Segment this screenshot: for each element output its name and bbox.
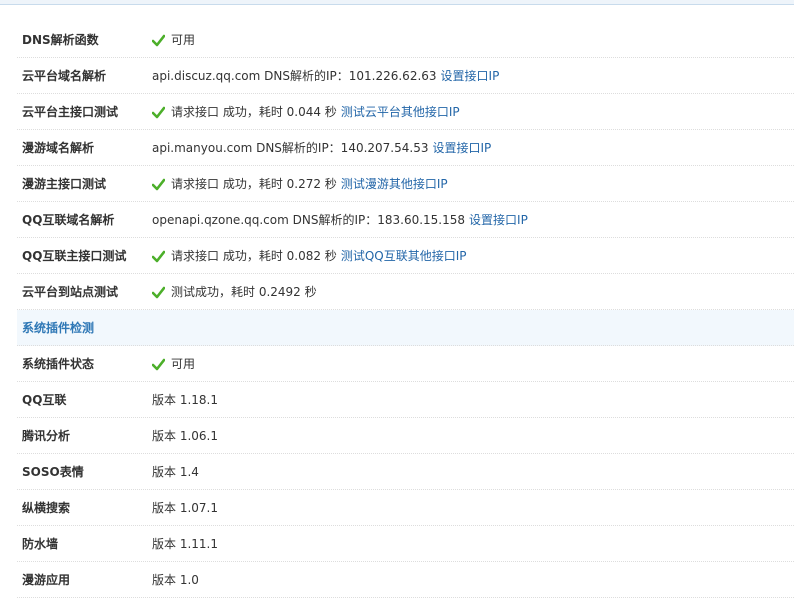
- row-value-text: 版本 1.4: [152, 465, 199, 479]
- row-value-text: openapi.qzone.qq.com DNS解析的IP：183.60.15.…: [152, 213, 466, 227]
- row-value: 请求接口 成功，耗时 0.082 秒 测试QQ互联其他接口IP: [152, 238, 466, 274]
- row-value-text: api.discuz.qq.com DNS解析的IP：101.226.62.63: [152, 69, 437, 83]
- row-value: 版本 1.0: [152, 562, 199, 598]
- test-qq-connect-other-ip-link[interactable]: 测试QQ互联其他接口IP: [341, 238, 467, 274]
- table-row: 云平台到站点测试 测试成功，耗时 0.2492 秒: [17, 274, 794, 310]
- row-value: 版本 1.07.1: [152, 490, 218, 526]
- table-row: 腾讯分析 版本 1.06.1: [17, 418, 794, 454]
- diagnostics-table: DNS解析函数 可用 云平台域名解析 api.discuz.qq.com DNS…: [17, 22, 794, 598]
- set-interface-ip-link[interactable]: 设置接口IP: [432, 130, 491, 166]
- row-value: 版本 1.11.1: [152, 526, 218, 562]
- row-label: 腾讯分析: [22, 429, 71, 443]
- row-value-text: 请求接口 成功，耗时 0.044 秒: [171, 105, 337, 119]
- row-value: 请求接口 成功，耗时 0.044 秒 测试云平台其他接口IP: [152, 94, 460, 130]
- checkmark-icon: [152, 358, 165, 370]
- set-interface-ip-link[interactable]: 设置接口IP: [441, 58, 500, 94]
- row-value: api.manyou.com DNS解析的IP：140.207.54.53 设置…: [152, 130, 491, 166]
- row-label: QQ互联域名解析: [22, 213, 115, 227]
- row-label: 漫游域名解析: [22, 141, 95, 155]
- section-title: 系统插件检测: [22, 321, 95, 335]
- top-border-bar: [0, 0, 794, 5]
- row-value-text: 可用: [171, 33, 196, 47]
- row-label: QQ互联: [22, 393, 67, 407]
- table-row: SOSO表情 版本 1.4: [17, 454, 794, 490]
- test-manyou-other-ip-link[interactable]: 测试漫游其他接口IP: [341, 166, 448, 202]
- row-label: SOSO表情: [22, 465, 84, 479]
- table-row: 系统插件状态 可用: [17, 346, 794, 382]
- row-label: 纵横搜索: [22, 501, 71, 515]
- row-value: 可用: [152, 22, 195, 58]
- row-label: 漫游应用: [22, 573, 71, 587]
- table-row: 云平台域名解析 api.discuz.qq.com DNS解析的IP：101.2…: [17, 58, 794, 94]
- test-cloud-other-ip-link[interactable]: 测试云平台其他接口IP: [341, 94, 460, 130]
- table-row: 防水墙 版本 1.11.1: [17, 526, 794, 562]
- row-label: 系统插件状态: [22, 357, 95, 371]
- table-row: 纵横搜索 版本 1.07.1: [17, 490, 794, 526]
- row-value: 版本 1.4: [152, 454, 199, 490]
- checkmark-icon: [152, 286, 165, 298]
- table-row: 云平台主接口测试 请求接口 成功，耗时 0.044 秒 测试云平台其他接口IP: [17, 94, 794, 130]
- row-value-text: api.manyou.com DNS解析的IP：140.207.54.53: [152, 141, 429, 155]
- table-row: QQ互联主接口测试 请求接口 成功，耗时 0.082 秒 测试QQ互联其他接口I…: [17, 238, 794, 274]
- row-value-text: 版本 1.06.1: [152, 429, 218, 443]
- row-value: api.discuz.qq.com DNS解析的IP：101.226.62.63…: [152, 58, 499, 94]
- row-value: 版本 1.18.1: [152, 382, 218, 418]
- row-label: 云平台到站点测试: [22, 285, 119, 299]
- row-value-text: 版本 1.07.1: [152, 501, 218, 515]
- row-value-text: 请求接口 成功，耗时 0.272 秒: [171, 177, 337, 191]
- table-row: QQ互联 版本 1.18.1: [17, 382, 794, 418]
- section-header: 系统插件检测: [17, 310, 794, 346]
- table-row: QQ互联域名解析 openapi.qzone.qq.com DNS解析的IP：1…: [17, 202, 794, 238]
- row-value-text: 版本 1.18.1: [152, 393, 218, 407]
- row-value-text: 版本 1.11.1: [152, 537, 218, 551]
- checkmark-icon: [152, 106, 165, 118]
- table-row: 漫游域名解析 api.manyou.com DNS解析的IP：140.207.5…: [17, 130, 794, 166]
- row-value: 可用: [152, 346, 195, 382]
- row-label: DNS解析函数: [22, 33, 99, 47]
- row-label: QQ互联主接口测试: [22, 249, 127, 263]
- row-value: 版本 1.06.1: [152, 418, 218, 454]
- row-value-text: 测试成功，耗时 0.2492 秒: [171, 285, 317, 299]
- row-label: 漫游主接口测试: [22, 177, 107, 191]
- row-value-text: 可用: [171, 357, 196, 371]
- row-value: 请求接口 成功，耗时 0.272 秒 测试漫游其他接口IP: [152, 166, 448, 202]
- row-value-text: 版本 1.0: [152, 573, 199, 587]
- checkmark-icon: [152, 250, 165, 262]
- row-value: 测试成功，耗时 0.2492 秒: [152, 274, 317, 310]
- table-row: 漫游应用 版本 1.0: [17, 562, 794, 598]
- checkmark-icon: [152, 34, 165, 46]
- table-row: 漫游主接口测试 请求接口 成功，耗时 0.272 秒 测试漫游其他接口IP: [17, 166, 794, 202]
- checkmark-icon: [152, 178, 165, 190]
- row-label: 云平台主接口测试: [22, 105, 119, 119]
- row-label: 云平台域名解析: [22, 69, 107, 83]
- row-label: 防水墙: [22, 537, 59, 551]
- set-interface-ip-link[interactable]: 设置接口IP: [469, 202, 528, 238]
- row-value: openapi.qzone.qq.com DNS解析的IP：183.60.15.…: [152, 202, 528, 238]
- row-value-text: 请求接口 成功，耗时 0.082 秒: [171, 249, 337, 263]
- table-row: DNS解析函数 可用: [17, 22, 794, 58]
